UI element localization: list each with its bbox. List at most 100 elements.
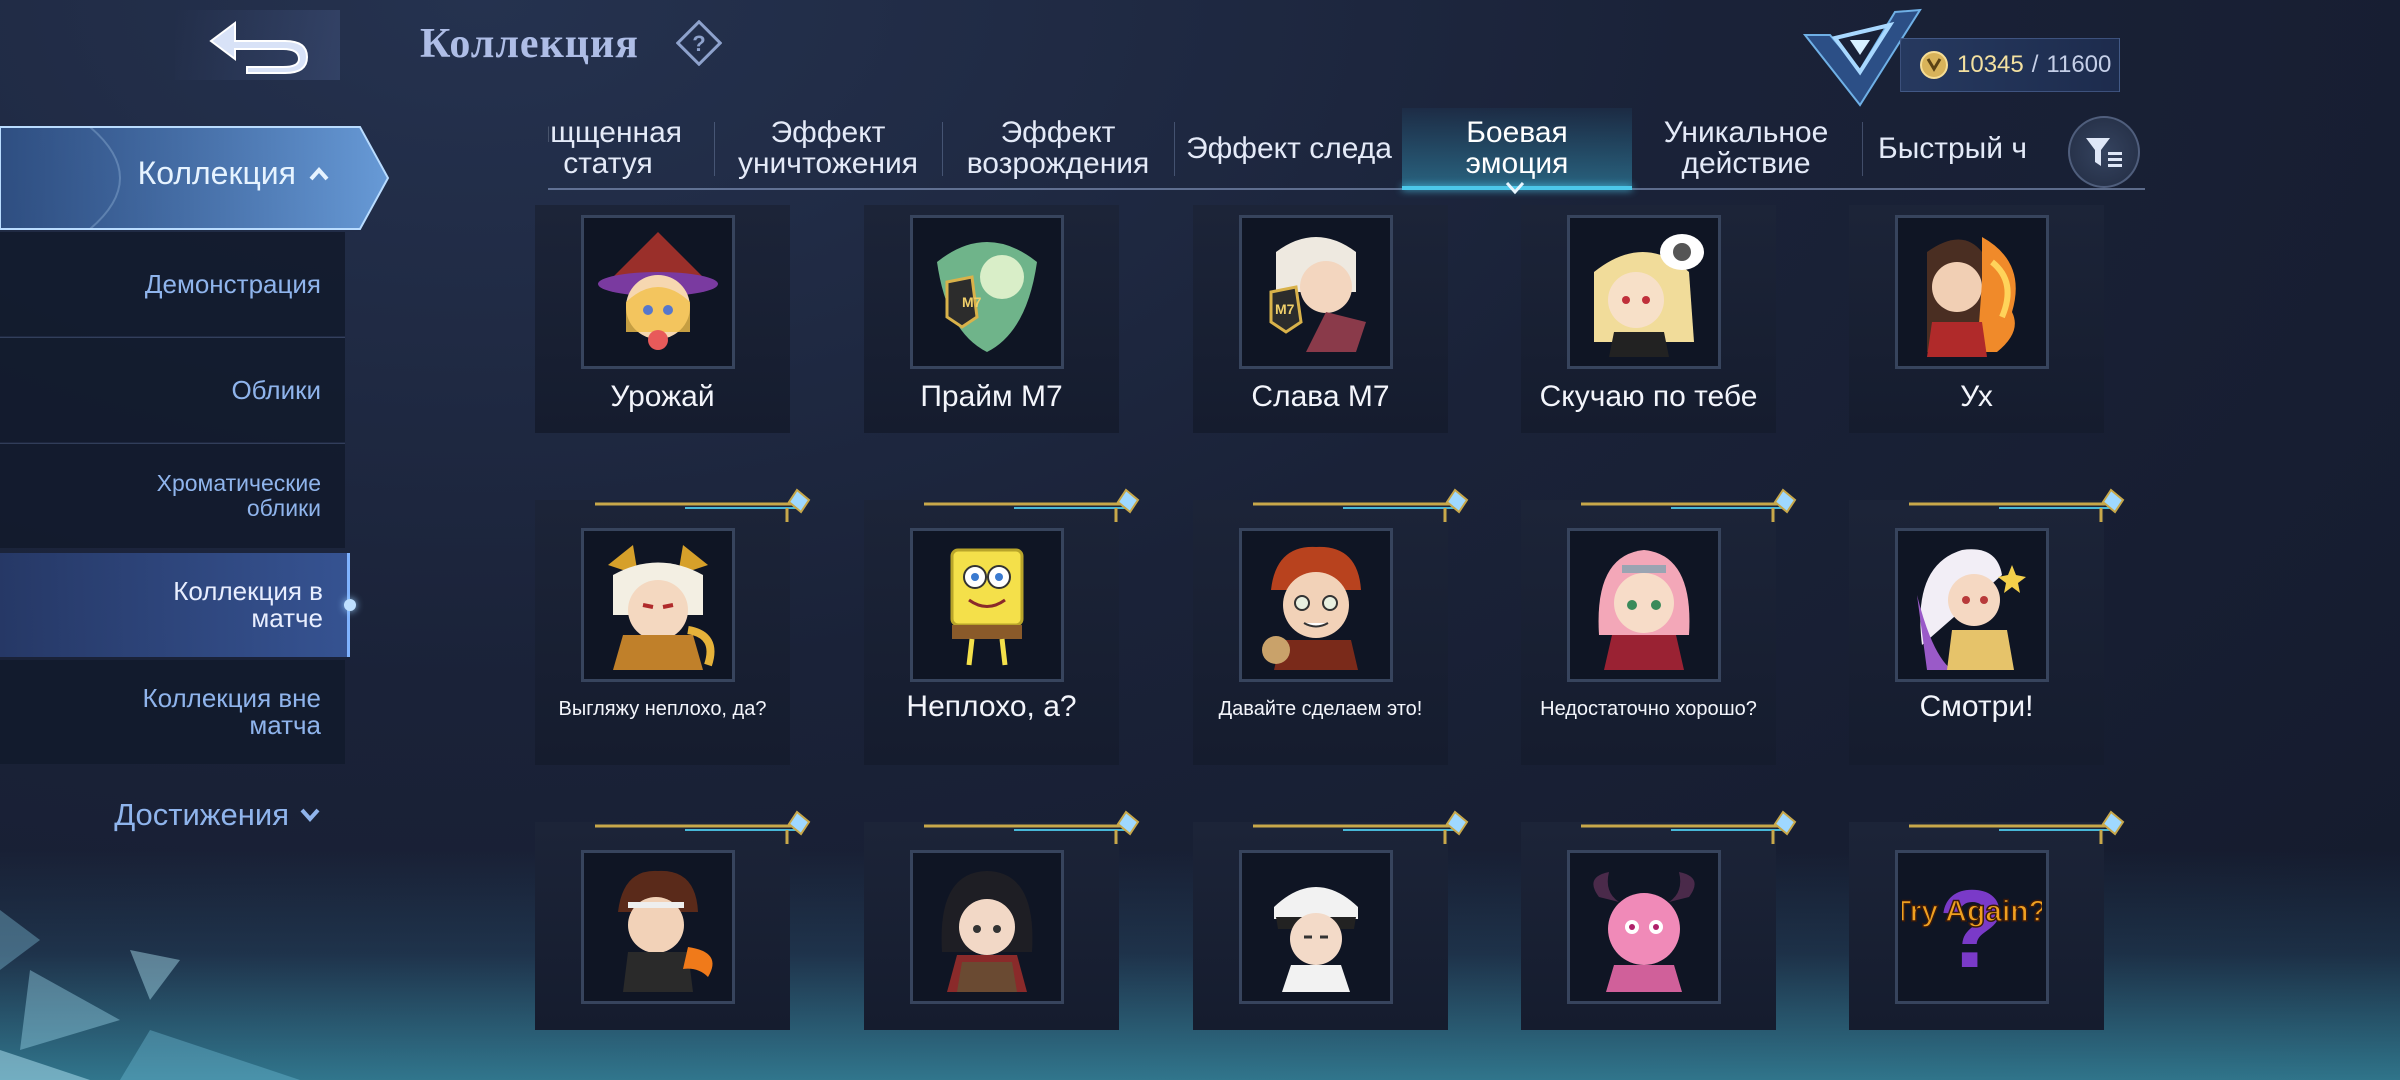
emote-card[interactable]: Урожай [535,205,790,433]
emote-name: Смотри! [1919,690,2034,723]
card-frame-decoration [1253,488,1469,522]
emote-avatar [910,528,1064,682]
white-hair-hero-sticker-icon [1917,549,2026,670]
page-title: Коллекция [420,21,639,67]
tab-separator [942,122,943,176]
tab-separator [714,122,715,176]
emote-card[interactable]: Недостаточно хорошо? [1521,488,1797,765]
back-button[interactable] [175,10,340,80]
category-tabs: ящщенная статуя Эффект уничтожения Эффек… [548,108,2145,190]
tab-quick-chat[interactable]: Быстрый ч [1864,108,2064,188]
sidebar-item-label: Облики [231,374,321,405]
emote-card[interactable]: M7 Слава М7 [1193,205,1448,433]
emote-name: Ух [1960,380,1993,413]
emote-card[interactable]: Ух [1849,205,2104,433]
tab-label: Боевая эмоция [1465,116,1569,180]
emote-card[interactable]: M7 Прайм М7 [864,205,1119,433]
emote-card[interactable]: ? Try Again? [1849,810,2125,1030]
card-frame-decoration [924,810,1140,844]
points-current: 10345 [1957,51,2024,78]
tab-respawn-effect[interactable]: Эффект возрождения [944,108,1172,188]
emote-card[interactable]: Неплохо, а? [864,488,1140,765]
pink-demon-sticker-icon [1593,872,1695,992]
svg-text:?: ? [692,31,705,56]
sidebar-item-out-of-match-collection[interactable]: Коллекция вне матча [0,660,345,764]
tab-battle-emote[interactable]: Боевая эмоция [1402,108,1632,188]
tab-label: Эффект уничтожения [737,116,919,180]
emote-card[interactable] [1521,810,1797,1030]
decorative-shards [0,910,300,1080]
emote-avatar [1567,215,1721,369]
card-frame-decoration [1581,810,1797,844]
tab-separator [1862,122,1863,176]
points-counter: 10345 / 11600 [1900,38,2120,92]
svg-text:M7: M7 [1275,301,1295,317]
emote-name: Прайм М7 [920,380,1063,413]
emote-avatar [1567,528,1721,682]
sidebar-item-showcase[interactable]: Демонстрация [0,232,345,336]
try-again-sticker-icon: ? Try Again? [1902,868,2042,991]
tab-label: Быстрый ч [1878,131,2027,165]
card-frame-decoration [1909,488,2125,522]
emote-name: Урожай [610,380,715,413]
tab-label: Эффект возрождения [966,116,1150,180]
sidebar-item-in-match-collection[interactable]: Коллекция в матче [0,553,356,657]
spongebob-sticker-icon [950,548,1024,666]
help-icon[interactable]: ? [676,20,722,66]
svg-text:M7: M7 [962,294,982,310]
emote-card[interactable] [535,810,811,1030]
emote-card[interactable]: Выгляжу неплохо, да? [535,488,811,765]
emote-name: Слава М7 [1251,380,1390,413]
emote-avatar: ? Try Again? [1895,850,2049,1004]
active-tab-pointer-icon [1505,182,1525,195]
emote-avatar [581,215,735,369]
tab-trail-effect[interactable]: Эффект следа [1176,108,1402,188]
gaara-sticker-icon [1262,546,1361,670]
sidebar-section-collection[interactable]: Коллекция [0,125,390,231]
emote-avatar: M7 [910,215,1064,369]
tab-unique-action[interactable]: Уникальное действие [1632,108,1860,188]
emote-card[interactable]: Скучаю по тебе [1521,205,1776,433]
tab-sacred-statue[interactable]: ящщенная статуя [548,108,688,188]
emote-name: Давайте сделаем это! [1218,698,1423,720]
emote-name: Неплохо, а? [906,690,1077,723]
emote-name: Выгляжу неплохо, да? [558,698,767,720]
emote-avatar [581,850,735,1004]
card-frame-decoration [595,488,811,522]
m7-hero-sticker-icon: M7 [1269,237,1366,352]
chevron-up-icon [309,166,329,180]
card-frame-decoration [924,488,1140,522]
filter-button[interactable] [2068,116,2140,188]
tab-label: Эффект следа [1186,131,1392,165]
emote-avatar [1895,215,2049,369]
fire-fighter-sticker-icon [618,870,713,992]
sidebar-active-label: Коллекция [137,155,296,191]
filter-icon [2086,138,2122,167]
emote-name: Скучаю по тебе [1539,380,1758,413]
sidebar-item-label: Хроматические облики [156,470,321,521]
emote-avatar [1239,850,1393,1004]
blonde-hero-sticker-icon [1594,234,1704,357]
card-frame-decoration [595,810,811,844]
try-again-text: Try Again? [1902,895,2042,928]
emote-avatar [1895,528,2049,682]
emote-card[interactable]: Смотри! [1849,488,2125,765]
sidebar-item-skins[interactable]: Облики [0,338,345,442]
card-frame-decoration [1253,810,1469,844]
emote-card[interactable] [864,810,1140,1030]
card-frame-decoration [1909,810,2125,844]
back-arrow-icon [208,21,308,74]
card-frame-decoration [1581,488,1797,522]
levi-sticker-icon [1274,887,1358,992]
selected-indicator [344,599,356,611]
points-max: 11600 [2046,51,2112,78]
sidebar-item-label: Демонстрация [144,268,321,299]
tab-elimination-effect[interactable]: Эффект уничтожения [716,108,940,188]
chevron-down-icon [300,808,320,823]
emote-card[interactable] [1193,810,1469,1030]
tab-label: ящщенная статуя [548,116,683,180]
sidebar-section-achievements[interactable]: Достижения [0,790,345,840]
points-separator: / [2031,51,2039,78]
emote-card[interactable]: Давайте сделаем это! [1193,488,1469,765]
sidebar-item-chromatic-skins[interactable]: Хроматические облики [0,444,345,548]
